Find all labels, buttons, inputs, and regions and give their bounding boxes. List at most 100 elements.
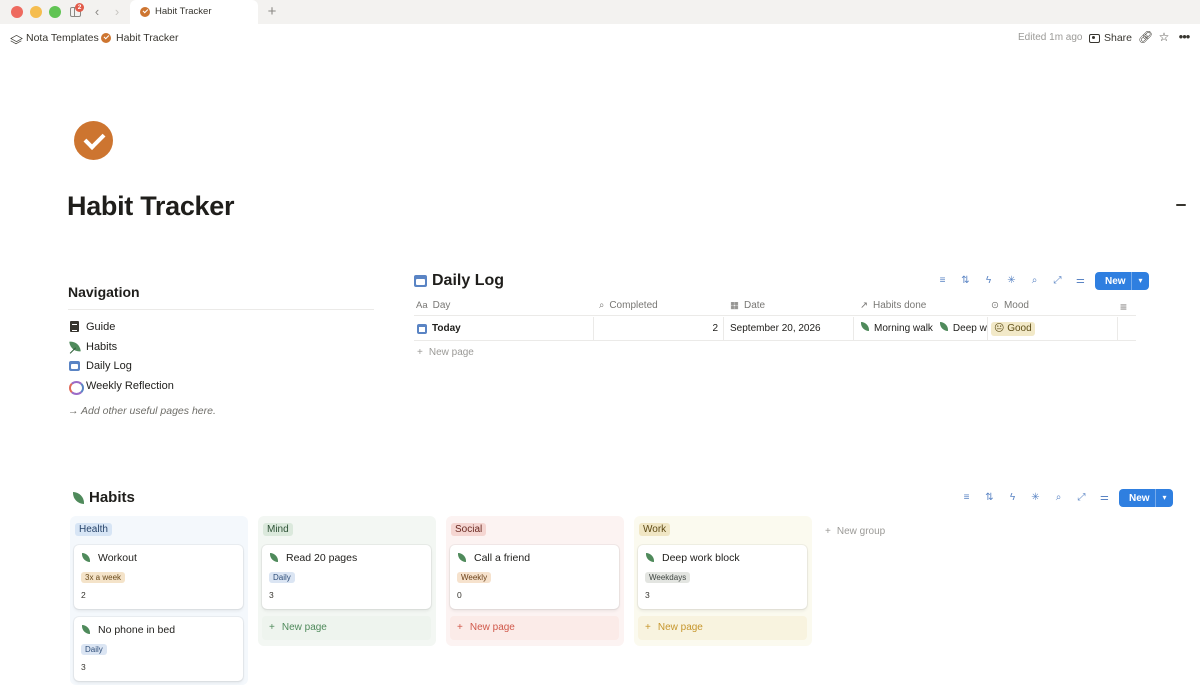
calendar-icon: [417, 324, 427, 334]
column-header-date[interactable]: ▦ Date: [730, 300, 765, 311]
relation-item[interactable]: Morning walk: [860, 322, 933, 334]
search-icon[interactable]: ⌕: [1026, 273, 1043, 289]
plus-icon: +: [457, 622, 463, 633]
page-title[interactable]: Habit Tracker: [67, 191, 234, 222]
leaf-icon: [860, 322, 870, 332]
relation-item[interactable]: Deep w: [939, 322, 987, 334]
window-maximize-button[interactable]: [49, 6, 61, 18]
daily-log-title-label: Daily Log: [432, 272, 505, 289]
window-minimize-button[interactable]: [30, 6, 42, 18]
check-circle-icon: [101, 33, 111, 43]
frequency-tag: Weekdays: [645, 572, 691, 583]
settings-icon[interactable]: ⚌: [1072, 273, 1089, 289]
filter-icon[interactable]: ≡: [958, 490, 975, 506]
layout-icon[interactable]: ✳: [1003, 273, 1020, 289]
group-tag[interactable]: Health: [75, 523, 112, 536]
sort-icon[interactable]: ⇅: [981, 490, 998, 506]
group-tag[interactable]: Work: [639, 523, 671, 536]
calendar-icon: [68, 359, 82, 373]
leaf-icon: [71, 491, 86, 505]
column-header-mood[interactable]: ⊙ Mood: [991, 300, 1029, 311]
habit-card[interactable]: Call a friend Weekly 0: [450, 545, 619, 609]
relation-label: Deep w: [952, 323, 987, 334]
column-header-completed[interactable]: ⌕ Completed: [599, 300, 658, 311]
nav-link-daily-log[interactable]: Daily Log: [68, 357, 132, 375]
habit-name-label: Deep work block: [662, 552, 740, 564]
expand-icon[interactable]: ⤢: [1049, 273, 1066, 289]
chevron-down-icon[interactable]: ▾: [1131, 272, 1149, 290]
search-icon[interactable]: ⌕: [1050, 490, 1067, 506]
day-value: Today: [432, 323, 461, 334]
tab-label: Habit Tracker: [155, 6, 212, 17]
habits-title[interactable]: Habits: [71, 489, 135, 506]
column-options-icon[interactable]: ≡: [1120, 300, 1127, 314]
column-header-day[interactable]: Aa Day: [416, 300, 450, 311]
nav-link-habits[interactable]: Habits: [68, 338, 117, 356]
habit-name: Workout: [81, 552, 137, 564]
habits-title-label: Habits: [89, 489, 135, 506]
sort-icon[interactable]: ⇅: [957, 273, 974, 289]
new-tab-plus-icon[interactable]: +: [264, 3, 280, 21]
settings-icon[interactable]: ⚌: [1096, 490, 1113, 506]
breadcrumb-workspace-label: Nota Templates: [26, 32, 99, 44]
more-icon[interactable]: •••: [1177, 29, 1191, 45]
relation-arrow-icon: ↗: [860, 300, 868, 311]
daily-log-title[interactable]: Daily Log: [414, 272, 504, 290]
group-tag[interactable]: Mind: [263, 523, 293, 536]
daily-log-new-page[interactable]: + New page: [417, 347, 474, 358]
filter-icon[interactable]: ≡: [934, 273, 951, 289]
frequency-tag: Daily: [81, 644, 107, 655]
link-icon[interactable]: 🔗︎: [1138, 29, 1153, 45]
breadcrumb-workspace[interactable]: Nota Templates: [11, 32, 99, 44]
column-new-page-button[interactable]: + New page: [638, 616, 807, 640]
nav-link-label: Guide: [86, 321, 116, 333]
automation-icon[interactable]: ϟ: [980, 273, 997, 289]
star-icon[interactable]: ☆: [1157, 29, 1171, 45]
column-header-habits-done[interactable]: ↗ Habits done: [860, 300, 926, 311]
habit-card[interactable]: Deep work block Weekdays 3: [638, 545, 807, 609]
expand-icon[interactable]: ⤢: [1073, 490, 1090, 506]
nav-link-guide[interactable]: Guide: [68, 318, 115, 336]
column-new-page-button[interactable]: + New page: [262, 616, 431, 640]
habit-card[interactable]: No phone in bed Daily 3: [74, 617, 243, 681]
breadcrumb-page-label: Habit Tracker: [116, 32, 179, 44]
cell-date[interactable]: September 20, 2026: [724, 317, 854, 341]
table-row[interactable]: Today 2 September 20, 2026 Morning walk D…: [414, 317, 1136, 341]
share-label: Share: [1104, 32, 1133, 44]
new-group-label: New group: [836, 526, 886, 537]
habit-card[interactable]: Workout 3x a week 2: [74, 545, 243, 609]
chevron-down-icon[interactable]: ▾: [1155, 489, 1173, 507]
cell-day[interactable]: Today: [414, 317, 594, 341]
new-page-label: New page: [657, 622, 703, 633]
habit-name: Call a friend: [457, 552, 530, 564]
cell-habits-done[interactable]: Morning walk Deep w: [854, 317, 988, 341]
board-column-mind: Mind Read 20 pages Daily 3 + New page: [258, 516, 436, 646]
habit-card[interactable]: Read 20 pages Daily 3: [262, 545, 431, 609]
share-icon: [1089, 33, 1100, 43]
habits-toolbar: ≡ ⇅ ϟ ✳ ⌕ ⤢ ⚌ New ▾: [958, 489, 1173, 507]
table-of-contents-icon[interactable]: [1176, 204, 1186, 206]
daily-log-new-button[interactable]: New ▾: [1095, 272, 1149, 290]
layout-icon[interactable]: ✳: [1027, 490, 1044, 506]
mood-tag: 😐 Good: [991, 322, 1035, 336]
window-close-button[interactable]: [11, 6, 23, 18]
automation-icon[interactable]: ϟ: [1004, 490, 1021, 506]
new-group-button[interactable]: + New group: [825, 526, 885, 537]
breadcrumb-page[interactable]: Habit Tracker: [101, 32, 178, 44]
nav-link-weekly-reflection[interactable]: Weekly Reflection: [68, 377, 174, 395]
calendar-icon: ▦: [730, 300, 739, 311]
habit-name-label: No phone in bed: [98, 624, 176, 636]
habit-name: Read 20 pages: [269, 552, 357, 564]
check-circle-icon: [140, 7, 150, 17]
cell-mood[interactable]: 😐 Good: [988, 317, 1118, 341]
habit-count: 2: [81, 590, 86, 600]
cell-completed[interactable]: 2: [594, 317, 724, 341]
habits-new-button[interactable]: New ▾: [1119, 489, 1173, 507]
share-button[interactable]: Share: [1089, 32, 1132, 44]
back-arrow-icon[interactable]: ‹: [90, 3, 104, 21]
group-tag[interactable]: Social: [451, 523, 487, 536]
tab-habit-tracker[interactable]: Habit Tracker: [130, 0, 258, 24]
forward-arrow-icon[interactable]: ›: [110, 3, 124, 21]
page-check-icon[interactable]: [74, 121, 113, 160]
column-new-page-button[interactable]: + New page: [450, 616, 619, 640]
